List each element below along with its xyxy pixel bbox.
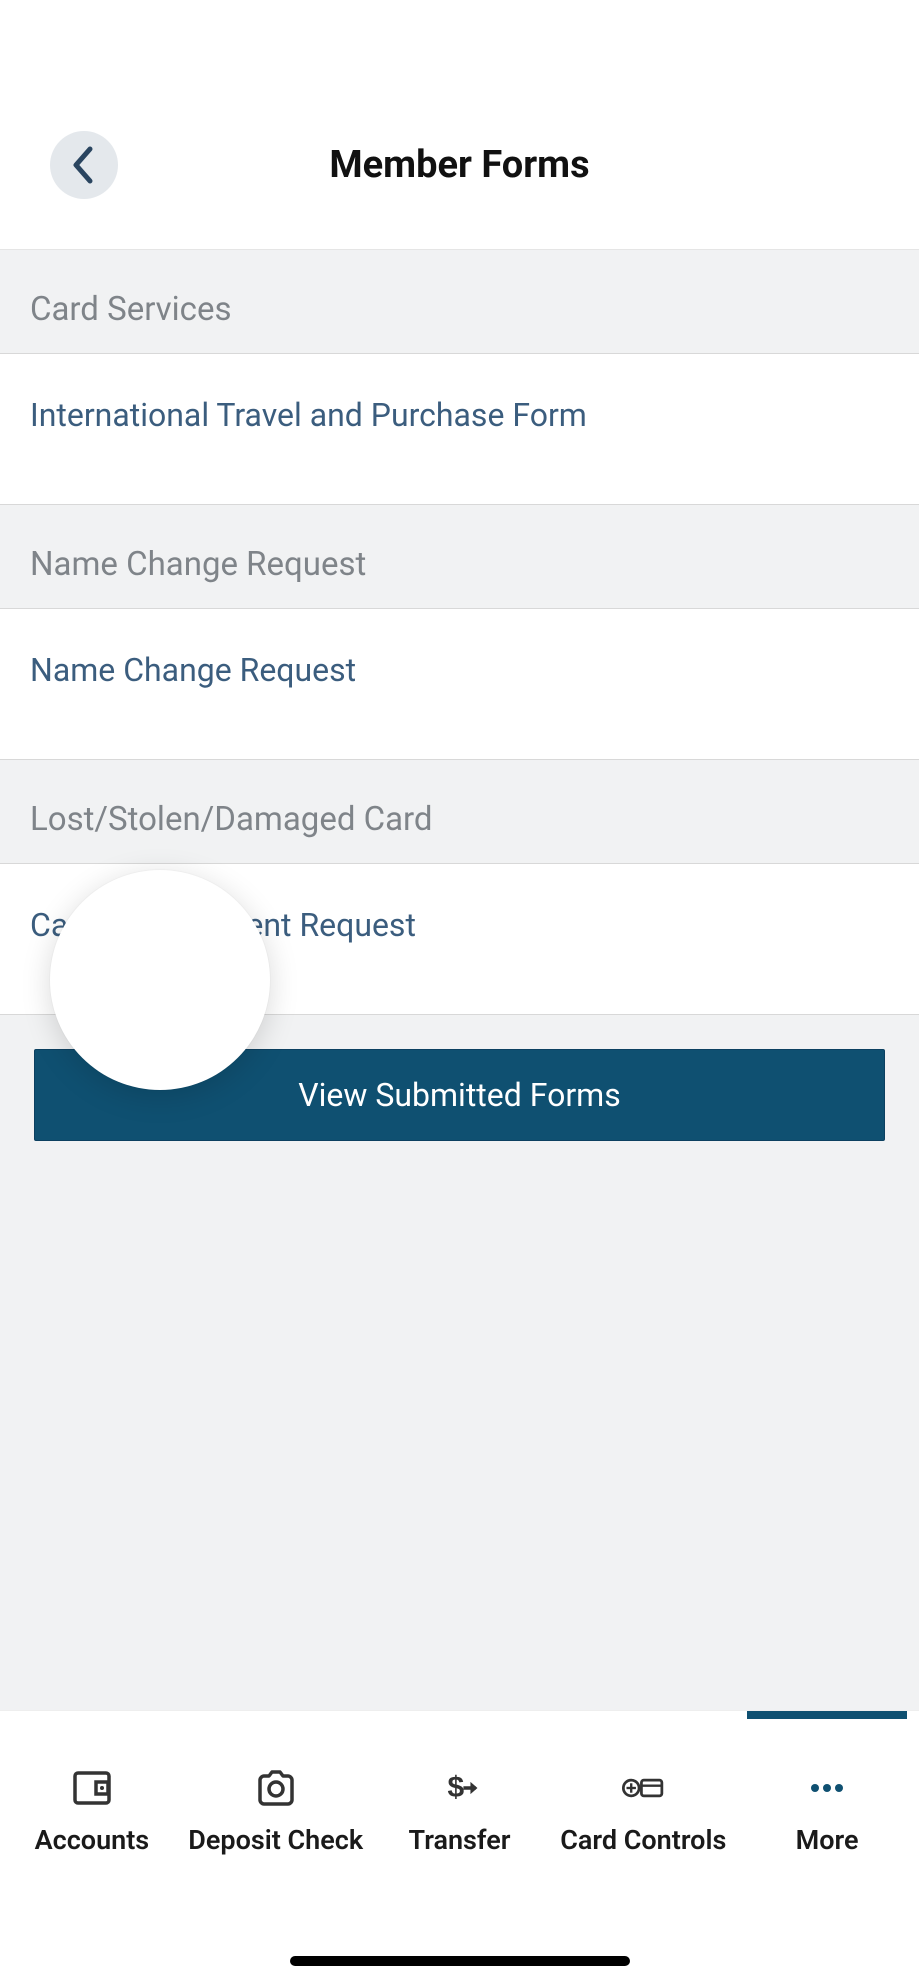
nav-transfer[interactable]: $ Transfer: [368, 1711, 552, 1910]
section-lost-stolen: Lost/Stolen/Damaged Card: [0, 760, 919, 864]
empty-space: [0, 1175, 919, 1710]
nav-label: Card Controls: [560, 1824, 726, 1856]
card-settings-icon: [621, 1766, 665, 1810]
section-card-services: Card Services: [0, 250, 919, 354]
form-travel-purchase[interactable]: International Travel and Purchase Form: [0, 354, 919, 505]
nav-more[interactable]: More: [735, 1711, 919, 1910]
nav-label: More: [796, 1824, 859, 1856]
wallet-icon: [70, 1766, 114, 1810]
nav-card-controls[interactable]: Card Controls: [551, 1711, 735, 1910]
assistive-touch-overlay[interactable]: [50, 870, 270, 1090]
form-name-change[interactable]: Name Change Request: [0, 609, 919, 760]
back-button[interactable]: [50, 131, 118, 199]
header-bar: Member Forms: [0, 80, 919, 250]
nav-label: Accounts: [35, 1824, 150, 1856]
status-bar: [0, 0, 919, 80]
bottom-nav: Accounts Deposit Check $ Transfer: [0, 1710, 919, 1910]
nav-label: Transfer: [409, 1824, 511, 1856]
nav-deposit-check[interactable]: Deposit Check: [184, 1711, 368, 1910]
more-dots-icon: [805, 1766, 849, 1810]
nav-label: Deposit Check: [188, 1824, 363, 1856]
home-indicator[interactable]: [290, 1956, 630, 1966]
svg-text:$: $: [448, 1770, 465, 1803]
camera-icon: [254, 1766, 298, 1810]
chevron-left-icon: [70, 145, 98, 185]
dollar-transfer-icon: $: [437, 1766, 481, 1810]
page-title: Member Forms: [0, 143, 919, 187]
section-name-change: Name Change Request: [0, 505, 919, 609]
nav-accounts[interactable]: Accounts: [0, 1711, 184, 1910]
